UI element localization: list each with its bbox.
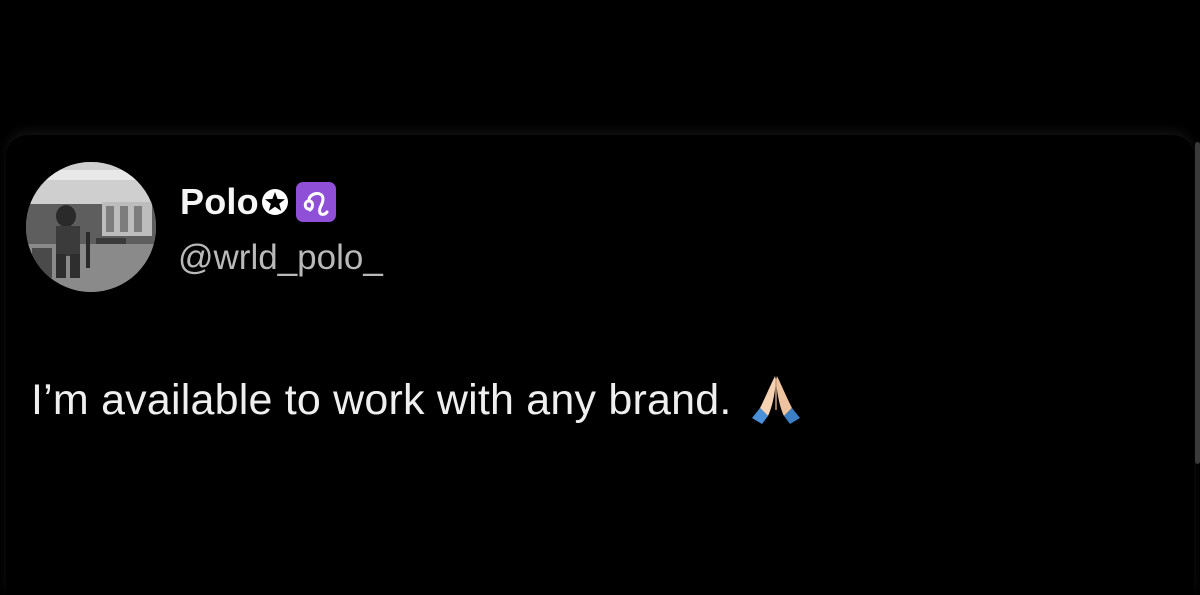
avatar[interactable]: [26, 162, 156, 292]
author-name-row[interactable]: Polo: [180, 180, 336, 224]
display-name[interactable]: Polo: [180, 180, 259, 224]
leo-zodiac-icon: [295, 182, 336, 222]
page: Polo @wrld_polo_ I’m available to work w…: [0, 0, 1200, 595]
scrollbar[interactable]: [1195, 142, 1200, 464]
author-handle[interactable]: @wrld_polo_: [178, 236, 383, 280]
avatar-photo: [26, 162, 156, 292]
star-icon: [260, 187, 290, 217]
folded-hands-icon: [746, 370, 806, 430]
post-body: I’m available to work with any brand.: [31, 372, 806, 428]
post-text: I’m available to work with any brand.: [31, 376, 732, 424]
